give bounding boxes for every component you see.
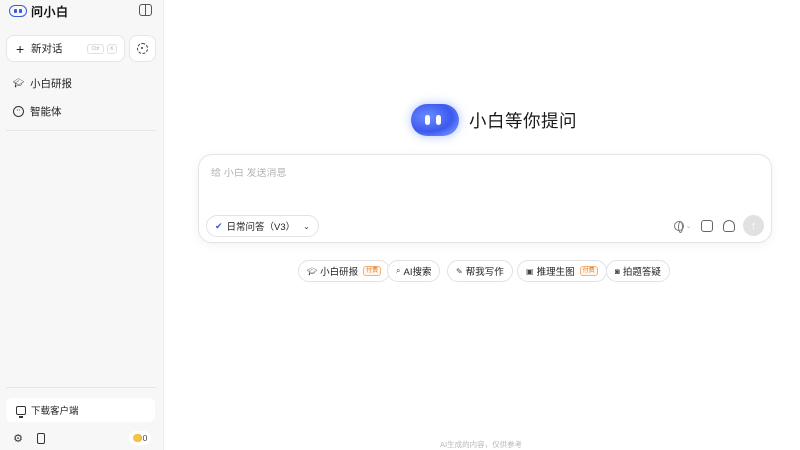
sidebar-item-label: 智能体 <box>30 106 62 118</box>
download-label: 下载客户端 <box>31 406 79 417</box>
chip-label: 小白研报 <box>320 267 359 278</box>
chip-research[interactable]: 🎓︎ 小白研报 付费 <box>298 260 391 282</box>
chevron-down-icon: ⌄ <box>686 223 692 230</box>
sidebar: 问小白 + 新对话 Ctrl K 🎓︎ 小白研报 ·· 智能体 下载客户端 ⚙ … <box>0 0 164 450</box>
globe-icon <box>674 221 684 233</box>
model-selector[interactable]: ✔ 日常问答（V3） ⌄ <box>206 215 319 237</box>
mascot-icon <box>411 104 459 136</box>
chevron-down-icon: ⌄ <box>303 221 310 231</box>
sidebar-divider <box>6 130 156 131</box>
ai-disclaimer: AI生成的内容，仅供参考 <box>440 440 523 449</box>
chip-label: 推理生图 <box>536 267 575 278</box>
chip-image-gen[interactable]: ▣ 推理生图 付费 <box>517 260 607 282</box>
coin-count: 0 <box>142 433 148 443</box>
graduation-cap-icon: 🎓︎ <box>307 266 318 276</box>
paid-badge: 付费 <box>579 266 598 276</box>
image-icon: ▣ <box>526 266 534 276</box>
chip-photo-question[interactable]: ◙ 拍题答疑 <box>606 260 670 282</box>
message-input[interactable] <box>211 168 751 179</box>
monitor-icon <box>16 405 26 418</box>
new-chat-button[interactable]: + 新对话 Ctrl K <box>6 35 125 62</box>
sidebar-divider <box>6 387 156 388</box>
paid-badge: 付费 <box>363 266 382 276</box>
chip-label: AI搜索 <box>403 267 432 278</box>
hero-title: 小白等你提问 <box>469 110 577 131</box>
camera-icon: ◙ <box>615 266 620 276</box>
sidebar-item-label: 小白研报 <box>30 78 72 90</box>
history-button[interactable] <box>129 35 156 62</box>
app-name: 问小白 <box>31 4 69 19</box>
new-chat-label: 新对话 <box>31 43 63 55</box>
search-icon: ⌕ <box>396 266 401 275</box>
graduation-cap-icon: 🎓︎ <box>12 78 25 88</box>
sidebar-toggle-icon[interactable] <box>139 4 152 16</box>
arrow-up-icon: ↑ <box>750 219 757 232</box>
logo-mascot-icon <box>9 5 27 17</box>
sidebar-item-agent[interactable]: ·· 智能体 <box>13 104 62 119</box>
image-upload-icon[interactable] <box>701 220 713 232</box>
plus-icon: + <box>16 40 25 57</box>
sidebar-item-research[interactable]: 🎓︎ 小白研报 <box>13 76 72 91</box>
model-label: 日常问答（V3） <box>226 222 296 233</box>
coin-balance[interactable]: 0 <box>129 431 151 445</box>
chip-label: 拍题答疑 <box>622 267 661 278</box>
phone-icon <box>37 432 45 444</box>
settings-gear-icon[interactable]: ⚙ <box>12 432 24 445</box>
shortcut-key-k: K <box>107 44 117 54</box>
coin-icon <box>132 434 141 442</box>
mobile-app-button[interactable] <box>35 432 47 444</box>
attachment-icon[interactable] <box>723 220 735 232</box>
message-composer: ✔ 日常问答（V3） ⌄ ⌄ ↑ <box>198 154 772 243</box>
history-icon <box>137 43 148 54</box>
web-search-toggle[interactable]: ⌄ <box>674 221 692 233</box>
chip-writing[interactable]: ✎ 帮我写作 <box>447 260 513 282</box>
agent-icon: ·· <box>13 106 24 117</box>
model-icon: ✔ <box>215 220 223 231</box>
send-button[interactable]: ↑ <box>743 215 764 236</box>
pen-icon: ✎ <box>456 266 463 276</box>
shortcut-key-ctrl: Ctrl <box>87 44 104 54</box>
chip-ai-search[interactable]: ⌕ AI搜索 <box>387 260 441 282</box>
chip-label: 帮我写作 <box>465 267 504 278</box>
welcome-hero: 小白等你提问 <box>411 104 577 136</box>
app-logo[interactable]: 问小白 <box>9 3 69 19</box>
download-client-button[interactable]: 下载客户端 <box>6 398 155 422</box>
